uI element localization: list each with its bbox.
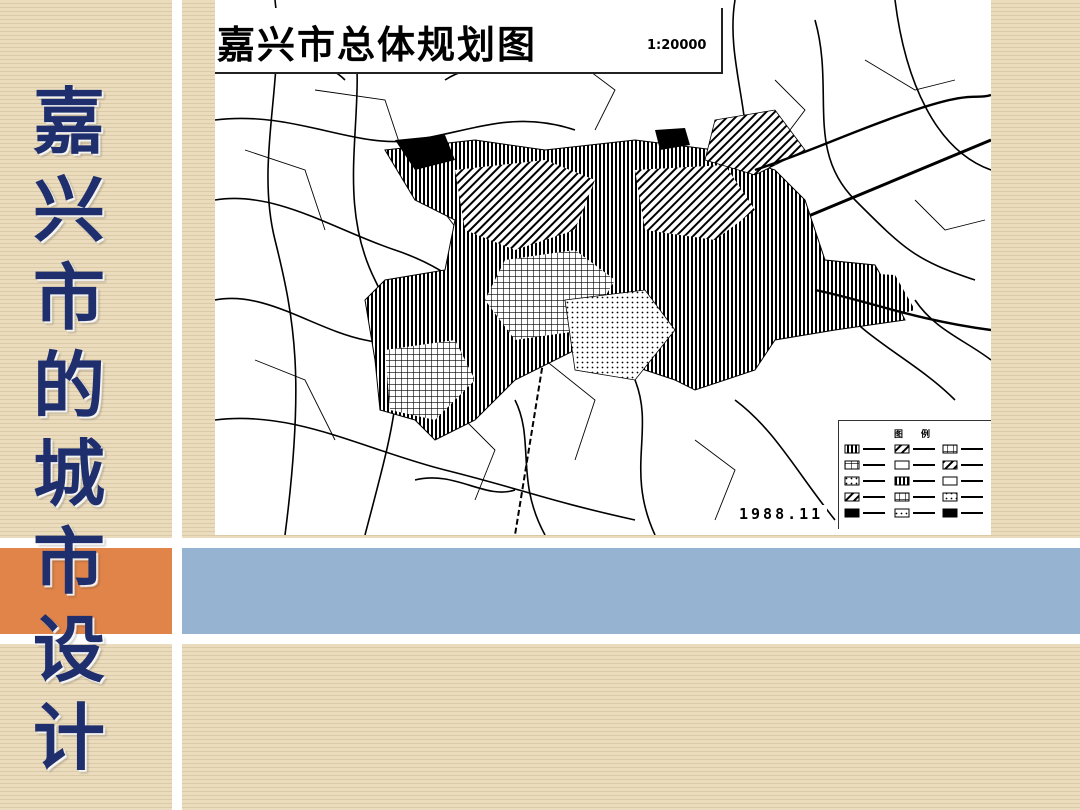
title-char: 市: [32, 520, 105, 604]
legend-title: 图例: [894, 430, 949, 440]
slide: 嘉 兴 市 的 城 市 设 计 嘉兴市总体规划图 1:20000 图例 1988…: [0, 0, 1080, 810]
title-char: 市: [32, 256, 105, 340]
title-char: 城: [32, 432, 105, 516]
horizontal-divider-top: [0, 538, 1080, 548]
horizontal-divider-bottom: [0, 634, 1080, 644]
map-title: 嘉兴市总体规划图: [217, 22, 538, 67]
title-char: 设: [32, 608, 105, 692]
blue-accent-bar: [182, 548, 1080, 634]
title-char: 计: [32, 696, 105, 780]
title-char: 的: [32, 344, 105, 428]
vertical-title: 嘉 兴 市 的 城 市 设 计: [0, 78, 138, 782]
title-char: 兴: [32, 168, 105, 252]
map-legend: 图例: [838, 420, 991, 529]
map-date: 1988.11: [735, 505, 828, 523]
title-char: 嘉: [32, 80, 105, 164]
vertical-divider: [172, 0, 182, 810]
map-scale: 1:20000: [647, 38, 707, 53]
city-plan-map: 嘉兴市总体规划图 1:20000 图例 1988.11: [215, 0, 991, 535]
